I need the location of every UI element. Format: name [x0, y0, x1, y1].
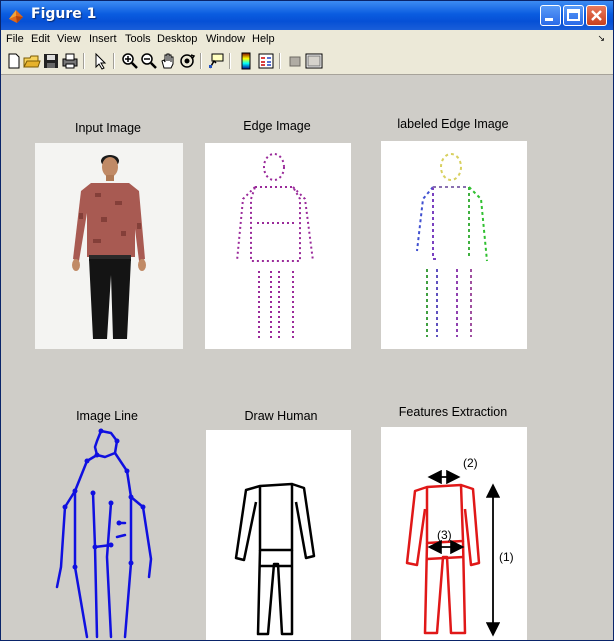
- zoom-out-icon[interactable]: [140, 52, 158, 70]
- figure-canvas: Input Image Edge Image labeled Edge Imag…: [1, 75, 613, 640]
- draw-human-figure: [234, 482, 316, 636]
- menu-view[interactable]: View: [57, 33, 81, 45]
- close-icon: [591, 10, 602, 21]
- open-file-icon[interactable]: [23, 52, 41, 70]
- minimize-icon: [545, 18, 553, 21]
- menu-desktop[interactable]: Desktop: [157, 33, 197, 45]
- zoom-in-icon[interactable]: [121, 52, 139, 70]
- save-icon[interactable]: [42, 52, 60, 70]
- features-extraction-axes: (2) (3) (1): [381, 427, 527, 640]
- print-icon[interactable]: [61, 52, 79, 70]
- label-1: (1): [499, 550, 514, 564]
- figure-toolbar: [1, 48, 613, 75]
- image-line-title: Image Line: [76, 409, 138, 423]
- matlab-icon: [9, 10, 23, 23]
- close-button[interactable]: [586, 5, 607, 26]
- input-image-axes: [35, 143, 183, 349]
- edge-image-plot: [236, 153, 314, 339]
- minimize-button[interactable]: [540, 5, 561, 26]
- data-cursor-icon[interactable]: [207, 52, 225, 70]
- menu-tools[interactable]: Tools: [125, 33, 151, 45]
- features-extraction-title: Features Extraction: [398, 405, 508, 419]
- legend-icon[interactable]: [257, 52, 275, 70]
- figure-window: Figure 1 File Edit View Insert Tools Des…: [0, 0, 614, 641]
- dock-arrow-icon[interactable]: ↘: [597, 33, 605, 44]
- maximize-button[interactable]: [563, 5, 584, 26]
- edge-image-title: Edge Image: [243, 119, 311, 133]
- pan-icon[interactable]: [159, 52, 177, 70]
- edge-image-axes: [205, 143, 351, 349]
- menu-edit[interactable]: Edit: [31, 33, 50, 45]
- features-extraction-figure: (2) (3) (1): [405, 456, 514, 637]
- menu-insert[interactable]: Insert: [89, 33, 117, 45]
- new-figure-icon[interactable]: [5, 52, 23, 70]
- menu-bar: File Edit View Insert Tools Desktop Wind…: [1, 30, 613, 48]
- menu-file[interactable]: File: [6, 33, 24, 45]
- colorbar-icon[interactable]: [237, 52, 255, 70]
- title-bar[interactable]: Figure 1: [1, 1, 613, 30]
- image-line-skeleton: [55, 428, 153, 639]
- image-line-axes: [35, 427, 181, 640]
- draw-human-axes: [206, 430, 351, 640]
- menu-help[interactable]: Help: [252, 33, 275, 45]
- labeled-edge-image-title: labeled Edge Image: [397, 117, 509, 131]
- menu-window[interactable]: Window: [206, 33, 245, 45]
- window-title: Figure 1: [31, 6, 97, 22]
- input-person-photo: [72, 155, 146, 339]
- label-3: (3): [437, 528, 452, 542]
- hide-plot-tools-icon[interactable]: [286, 52, 304, 70]
- show-plot-tools-icon[interactable]: [305, 52, 323, 70]
- draw-human-title: Draw Human: [244, 409, 318, 423]
- labeled-edge-image-axes: [381, 141, 527, 349]
- label-2: (2): [463, 456, 478, 470]
- edit-plot-icon[interactable]: [91, 52, 109, 70]
- maximize-icon: [567, 9, 580, 21]
- input-image-title: Input Image: [74, 121, 141, 135]
- labeled-edge-plot: [416, 153, 488, 337]
- rotate-3d-icon[interactable]: [178, 52, 196, 70]
